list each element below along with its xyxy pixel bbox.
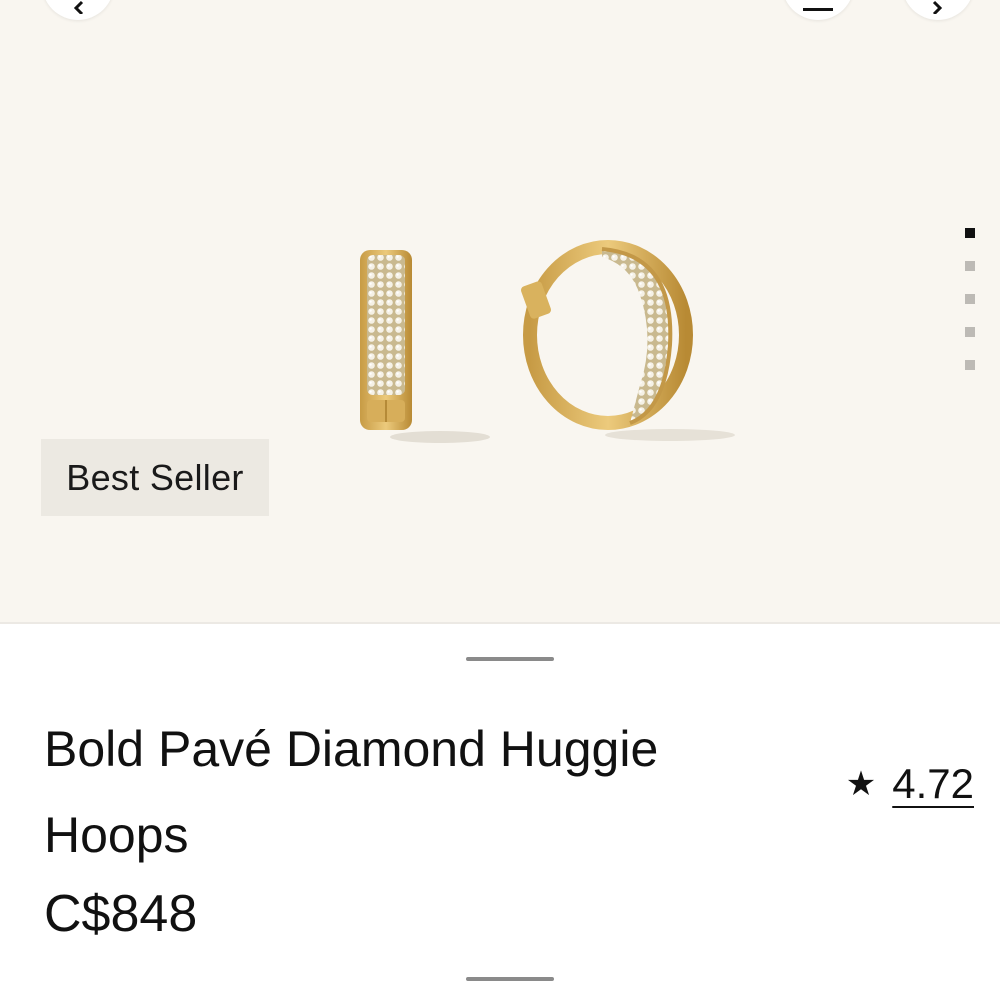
pager-dot[interactable] xyxy=(965,360,975,370)
pager-dot[interactable] xyxy=(965,327,975,337)
best-seller-badge: Best Seller xyxy=(41,439,269,516)
menu-icon xyxy=(803,8,833,11)
gallery-pager[interactable] xyxy=(965,228,977,378)
back-button[interactable] xyxy=(42,0,114,20)
product-image xyxy=(360,240,735,443)
pager-dot[interactable] xyxy=(965,228,975,238)
bottom-drag-handle[interactable] xyxy=(466,977,554,981)
star-icon: ★ xyxy=(845,765,877,803)
pager-dot[interactable] xyxy=(965,294,975,304)
product-price: C$848 xyxy=(44,885,198,943)
sheet-drag-handle[interactable] xyxy=(466,657,554,661)
product-rating[interactable]: ★ 4.72 xyxy=(846,760,974,808)
next-button[interactable] xyxy=(902,0,974,20)
chevron-left-icon xyxy=(73,0,84,14)
menu-button[interactable] xyxy=(782,0,854,20)
rating-value-link[interactable]: 4.72 xyxy=(892,760,974,808)
pager-dot[interactable] xyxy=(965,261,975,271)
product-gallery[interactable]: Best Seller xyxy=(0,0,1000,624)
product-title: Bold Pavé Diamond Huggie Hoops xyxy=(44,721,659,863)
chevron-right-icon xyxy=(932,0,943,14)
